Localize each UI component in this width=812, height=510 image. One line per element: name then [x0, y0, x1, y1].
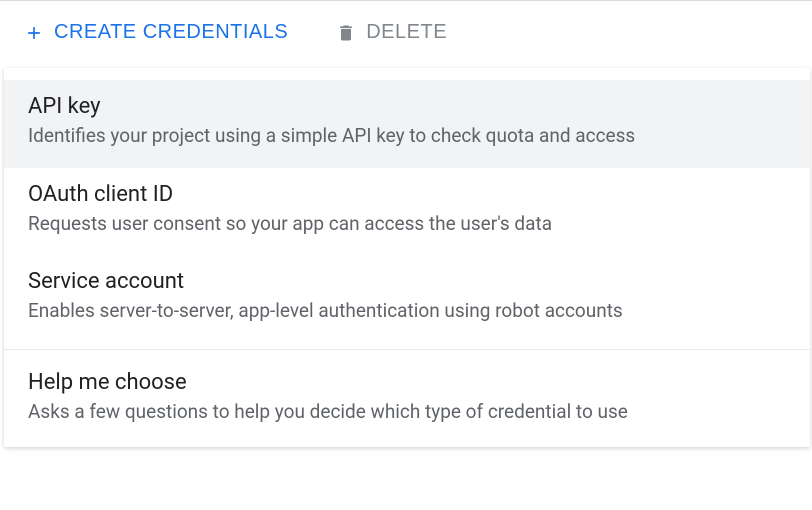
delete-label: DELETE [366, 21, 447, 44]
menu-item-description: Requests user consent so your app can ac… [28, 211, 786, 238]
menu-item-title: API key [28, 94, 786, 119]
menu-item-description: Asks a few questions to help you decide … [28, 399, 786, 426]
menu-item-description: Identifies your project using a simple A… [28, 123, 786, 150]
menu-item-title: Help me choose [28, 370, 786, 395]
trash-icon [336, 23, 356, 43]
menu-item-description: Enables server-to-server, app-level auth… [28, 298, 786, 325]
credentials-dropdown-menu: API key Identifies your project using a … [4, 68, 810, 447]
menu-item-help-me-choose[interactable]: Help me choose Asks a few questions to h… [4, 356, 810, 444]
menu-item-service-account[interactable]: Service account Enables server-to-server… [4, 255, 810, 343]
menu-divider [4, 349, 810, 350]
menu-item-api-key[interactable]: API key Identifies your project using a … [4, 80, 810, 168]
delete-button[interactable]: DELETE [336, 21, 447, 44]
menu-item-title: Service account [28, 269, 786, 294]
toolbar: CREATE CREDENTIALS DELETE [0, 0, 812, 60]
plus-icon [24, 23, 44, 43]
menu-item-oauth-client-id[interactable]: OAuth client ID Requests user consent so… [4, 168, 810, 256]
create-credentials-label: CREATE CREDENTIALS [54, 21, 288, 44]
menu-item-title: OAuth client ID [28, 182, 786, 207]
create-credentials-button[interactable]: CREATE CREDENTIALS [24, 21, 288, 44]
